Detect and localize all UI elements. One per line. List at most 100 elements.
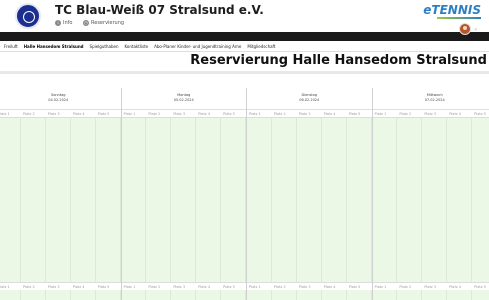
- free-slot-column[interactable]: [422, 118, 448, 282]
- free-slot-column[interactable]: [221, 290, 247, 300]
- free-slot-column[interactable]: [171, 290, 197, 300]
- court-label: Platz 5: [223, 112, 235, 116]
- court-label: Platz 3: [298, 112, 311, 116]
- court-label: Platz 3: [47, 112, 60, 116]
- free-slot-column[interactable]: [422, 290, 448, 300]
- free-slot-column[interactable]: [322, 290, 347, 300]
- day-date: 07.02.2024: [424, 98, 445, 102]
- free-slot-column[interactable]: [247, 118, 272, 282]
- brand-logo[interactable]: eTENNIS: [423, 3, 481, 17]
- free-slot-column[interactable]: [322, 118, 347, 282]
- court-footer-row: Platz 1 Platz 2 Platz 3 Platz 4 Platz 5: [0, 282, 121, 290]
- court-label: Platz 5: [348, 285, 361, 289]
- info-label: Info: [63, 20, 73, 26]
- day-date: 06.02.2024: [299, 98, 320, 102]
- court-label: Platz 1: [123, 112, 136, 116]
- club-name[interactable]: TC Blau-Weiß 07 Stralsund e.V.: [55, 3, 264, 17]
- day-header: Sonntag 04.02.2024: [0, 88, 121, 110]
- court-label: Platz 5: [223, 285, 235, 289]
- chevron-down-icon[interactable]: ▾: [474, 27, 477, 33]
- free-slot-column[interactable]: [122, 118, 147, 282]
- slot-grid-bottom: [0, 290, 121, 300]
- free-slot-column[interactable]: [46, 290, 71, 300]
- info-link[interactable]: i Info: [55, 20, 72, 26]
- free-slot-column[interactable]: [0, 290, 21, 300]
- free-slot-column[interactable]: [247, 290, 272, 300]
- free-slot-column[interactable]: [171, 118, 197, 282]
- free-slot-column[interactable]: [397, 290, 423, 300]
- court-label: Platz 5: [474, 112, 486, 116]
- free-slot-column[interactable]: [472, 290, 489, 300]
- free-slot-column[interactable]: [196, 290, 222, 300]
- court-label: Platz 4: [198, 112, 210, 116]
- app-header: TC Blau-Weiß 07 Stralsund e.V. i Info ◷ …: [0, 0, 489, 32]
- nav-item-abo-planer[interactable]: Abo-Planer Kinder- und Jugendtraining Ar…: [154, 44, 241, 49]
- court-header-row: Platz 1 Platz 2 Platz 3 Platz 4 Platz 5: [247, 110, 372, 118]
- free-slot-column[interactable]: [272, 290, 297, 300]
- court-label: Platz 1: [249, 285, 261, 289]
- court-label: Platz 2: [22, 112, 35, 116]
- free-slot-column[interactable]: [146, 118, 172, 282]
- free-slot-column[interactable]: [96, 118, 121, 282]
- free-slot-column[interactable]: [347, 290, 372, 300]
- free-slot-column[interactable]: [21, 118, 46, 282]
- nav-item-freiluft[interactable]: Freiluft: [4, 44, 18, 49]
- free-slot-column[interactable]: [221, 118, 247, 282]
- court-label: Platz 4: [449, 112, 461, 116]
- court-label: Platz 3: [424, 112, 437, 116]
- nav-item-halle[interactable]: Halle Hansedom Stralsund: [24, 44, 84, 49]
- day-header: Montag 05.02.2024: [121, 88, 246, 110]
- free-slot-column[interactable]: [447, 290, 473, 300]
- court-label: Platz 1: [0, 112, 10, 116]
- title-divider: [0, 71, 489, 74]
- court-label: Platz 4: [198, 285, 210, 289]
- free-slot-column[interactable]: [347, 118, 372, 282]
- info-icon: i: [55, 20, 61, 26]
- slot-grid-bottom: [372, 290, 489, 300]
- free-slot-column[interactable]: [96, 290, 121, 300]
- court-label: Platz 4: [449, 285, 461, 289]
- free-slot-column[interactable]: [46, 118, 71, 282]
- free-slot-column[interactable]: [71, 290, 96, 300]
- nav-item-spielguthaben[interactable]: Spielguthaben: [90, 44, 119, 49]
- club-logo[interactable]: [15, 3, 41, 29]
- court-label: Platz 2: [22, 285, 35, 289]
- day-column: Montag 05.02.2024 Platz 1 Platz 2 Platz 3 Pla…: [120, 88, 247, 300]
- court-header-row: Platz 1 Platz 2 Platz 3 Platz 4 Platz 5: [0, 110, 121, 118]
- free-slot-column[interactable]: [272, 118, 297, 282]
- court-label: Platz 2: [399, 112, 412, 116]
- day-column: Sonntag04.02.2024 Platz 1 Platz 2 Platz 3 Pl…: [0, 88, 121, 300]
- court-label: Platz 1: [374, 285, 387, 289]
- free-slot-column[interactable]: [373, 290, 398, 300]
- court-label: Platz 2: [148, 112, 161, 116]
- free-slot-column[interactable]: [0, 118, 21, 282]
- free-slot-column[interactable]: [122, 290, 147, 300]
- free-slot-column[interactable]: [297, 118, 322, 282]
- court-label: Platz 5: [97, 112, 110, 116]
- free-slot-column[interactable]: [146, 290, 172, 300]
- reservation-link[interactable]: ◷ Reservierung: [83, 20, 124, 26]
- court-label: Platz 2: [273, 285, 286, 289]
- court-label: Platz 2: [148, 285, 161, 289]
- free-slot-column[interactable]: [71, 118, 96, 282]
- nav-item-kontaktliste[interactable]: Kontaktliste: [124, 44, 148, 49]
- slot-grid-bottom: [121, 290, 247, 300]
- court-label: Platz 1: [0, 285, 10, 289]
- court-label: Platz 3: [298, 285, 311, 289]
- free-slot-column[interactable]: [297, 290, 322, 300]
- reservation-label: Reservierung: [91, 20, 125, 26]
- slot-grid: [372, 118, 489, 282]
- court-label: Platz 1: [374, 112, 387, 116]
- slot-grid-bottom: [247, 290, 372, 300]
- day-date: 05.02.2024: [173, 98, 194, 102]
- nav-item-mitgliedschaft[interactable]: Mitgliedschaft: [247, 44, 275, 49]
- free-slot-column[interactable]: [196, 118, 222, 282]
- free-slot-column[interactable]: [447, 118, 473, 282]
- user-avatar[interactable]: [459, 23, 471, 35]
- free-slot-column[interactable]: [21, 290, 46, 300]
- court-footer-row: Platz 1 Platz 2 Platz 3 Platz 4 Platz 5: [372, 282, 489, 290]
- court-label: Platz 3: [424, 285, 437, 289]
- free-slot-column[interactable]: [373, 118, 398, 282]
- free-slot-column[interactable]: [472, 118, 489, 282]
- free-slot-column[interactable]: [397, 118, 423, 282]
